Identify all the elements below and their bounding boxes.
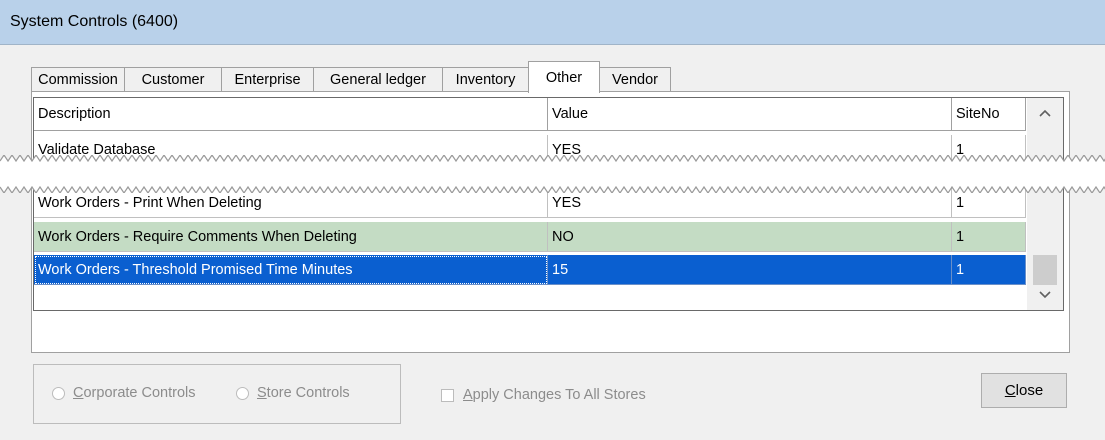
cell-value: 15 [548,255,952,285]
tab-general-ledger[interactable]: General ledger [313,67,443,91]
apply-all-stores-label: Apply Changes To All Stores [463,387,646,403]
cell-description: Work Orders - Require Comments When Dele… [34,222,548,252]
title-bar: System Controls (6400) [0,0,1105,44]
tab-commission[interactable]: Commission [31,67,125,91]
chevron-down-icon[interactable] [1027,280,1063,310]
apply-all-stores-checkbox[interactable]: Apply Changes To All Stores [441,387,646,403]
tab-other[interactable]: Other [528,61,600,93]
corporate-controls-label: Corporate Controls [73,385,196,401]
close-button[interactable]: Close [981,373,1067,408]
cell-siteno: 1 [952,222,1026,252]
system-controls-window: System Controls (6400) Commission Custom… [0,0,1105,440]
title-divider [0,44,1105,45]
store-controls-radio[interactable]: Store Controls [236,385,350,401]
tab-inventory[interactable]: Inventory [442,67,529,91]
store-controls-label: Store Controls [257,385,350,401]
checkbox-box-icon [441,388,454,402]
close-button-label: Close [1004,382,1044,399]
radio-circle-icon [52,386,65,400]
tab-enterprise[interactable]: Enterprise [221,67,314,91]
torn-edge-divider [0,155,1105,193]
window-title: System Controls (6400) [10,13,179,30]
corporate-controls-radio[interactable]: Corporate Controls [52,385,196,401]
radio-circle-icon [236,386,249,400]
tab-customer[interactable]: Customer [124,67,222,91]
table-row-changed[interactable]: Work Orders - Require Comments When Dele… [34,222,1026,252]
tab-vendor[interactable]: Vendor [599,67,671,91]
cell-value: NO [548,222,952,252]
controls-grid[interactable]: Description Value SiteNo Validate Databa… [33,97,1064,311]
vertical-scrollbar[interactable] [1027,98,1063,310]
column-header-siteno[interactable]: SiteNo [952,98,1026,131]
column-header-value[interactable]: Value [548,98,952,131]
column-header-description[interactable]: Description [34,98,548,131]
table-row-selected[interactable]: Work Orders - Threshold Promised Time Mi… [34,255,1026,285]
cell-siteno: 1 [952,255,1026,285]
cell-description: Work Orders - Threshold Promised Time Mi… [34,255,548,285]
chevron-up-icon[interactable] [1027,98,1063,128]
grid-header: Description Value SiteNo [34,98,1026,133]
